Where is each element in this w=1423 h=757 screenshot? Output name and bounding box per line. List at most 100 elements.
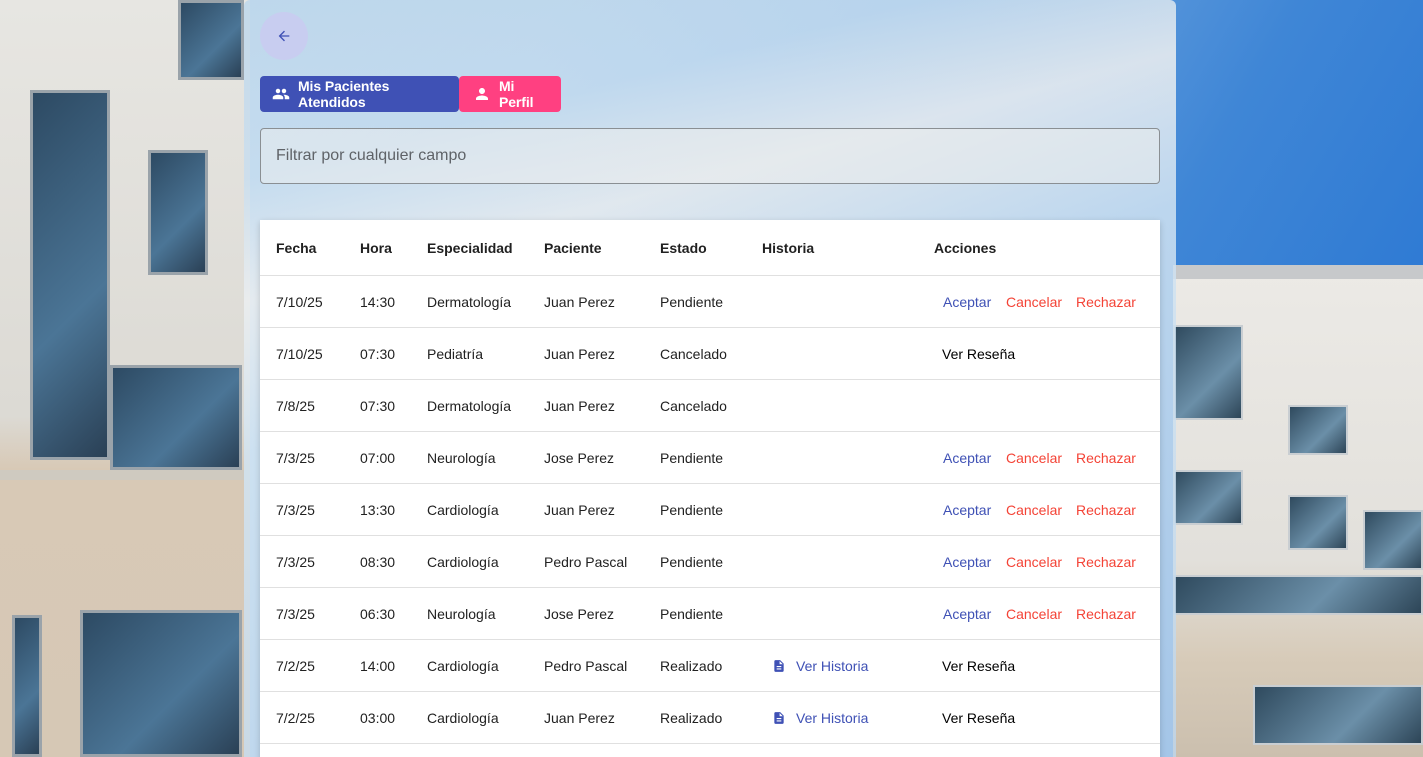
back-button[interactable] — [260, 12, 308, 60]
cell-paciente: Juan Perez — [544, 709, 615, 726]
cell-paciente: Pedro Pascal — [544, 657, 628, 674]
cell-estado: Pendiente — [660, 501, 724, 518]
cell-estado: Cancelado — [660, 397, 727, 414]
description-icon — [774, 659, 784, 672]
building-left — [0, 0, 250, 757]
main-panel: Mis Pacientes Atendidos Mi Perfil Fecha … — [244, 0, 1176, 757]
cell-especialidad: Dermatología — [427, 397, 512, 414]
cell-especialidad: Dermatología — [427, 293, 512, 310]
cancelar-button[interactable]: Cancelar — [1006, 432, 1062, 483]
filter-field — [260, 128, 1160, 184]
cell-hora: 06:30 — [360, 605, 396, 622]
window — [30, 90, 110, 460]
cell-especialidad: Cardiología — [427, 501, 499, 518]
cancelar-button[interactable]: Cancelar — [1006, 536, 1062, 587]
cell-fecha: 7/2/25 — [276, 657, 315, 674]
window-band — [1173, 575, 1423, 615]
window — [12, 615, 42, 757]
cell-paciente: Jose Perez — [544, 605, 615, 622]
person-icon — [476, 88, 488, 100]
cell-paciente: Juan Perez — [544, 397, 615, 414]
ver-resena-button[interactable]: Ver Reseña — [942, 640, 1015, 691]
table-row[interactable]: 7/8/25 07:30 Dermatología Juan Perez Cancela… — [260, 380, 1160, 432]
table-row[interactable]: 7/10/25 07:30 Pediatría Juan Perez Cancelado… — [260, 328, 1160, 380]
table-row[interactable]: 7/2/25 03:00 Cardiología Juan Perez Realizad… — [260, 692, 1160, 744]
ver-historia-label: Ver Historia — [796, 657, 869, 674]
cell-hora: 14:00 — [360, 657, 396, 674]
header-paciente[interactable]: Paciente — [544, 220, 602, 275]
rechazar-button[interactable]: Rechazar — [1076, 536, 1136, 587]
profile-button[interactable]: Mi Perfil — [459, 76, 561, 112]
cell-hora: 13:30 — [360, 501, 396, 518]
rechazar-button[interactable]: Rechazar — [1076, 276, 1136, 327]
window — [148, 150, 208, 275]
ledge — [0, 470, 250, 480]
ver-resena-button[interactable]: Ver Reseña — [942, 692, 1015, 743]
window — [1288, 495, 1348, 550]
cell-especialidad: Cardiología — [427, 709, 499, 726]
header-historia[interactable]: Historia — [762, 220, 814, 275]
cell-fecha: 7/2/25 — [276, 709, 315, 726]
cell-estado: Cancelado — [660, 345, 727, 362]
cell-hora: 08:30 — [360, 553, 396, 570]
aceptar-button[interactable]: Aceptar — [943, 536, 991, 587]
table-row[interactable]: 7/3/25 13:30 Cardiología Juan Perez Pendient… — [260, 484, 1160, 536]
cell-especialidad: Cardiología — [427, 553, 499, 570]
table-header-row: Fecha Hora Especialidad Paciente Estado … — [260, 220, 1160, 276]
patients-button[interactable]: Mis Pacientes Atendidos — [260, 76, 459, 112]
window — [1173, 470, 1243, 525]
rechazar-button[interactable]: Rechazar — [1076, 432, 1136, 483]
aceptar-button[interactable]: Aceptar — [943, 432, 991, 483]
cell-fecha: 7/3/25 — [276, 553, 315, 570]
cell-hora: 07:30 — [360, 345, 396, 362]
ver-resena-button[interactable]: Ver Reseña — [942, 328, 1015, 379]
cell-especialidad: Neurología — [427, 605, 496, 622]
description-icon — [774, 711, 784, 724]
cell-hora: 07:00 — [360, 449, 396, 466]
table-row[interactable]: 7/10/25 14:30 Dermatología Juan Perez Pendie… — [260, 276, 1160, 328]
table-row[interactable]: 7/3/25 06:30 Neurología Jose Perez Pendiente… — [260, 588, 1160, 640]
aceptar-button[interactable]: Aceptar — [943, 588, 991, 639]
header-estado[interactable]: Estado — [660, 220, 707, 275]
header-especialidad[interactable]: Especialidad — [427, 220, 513, 275]
cell-paciente: Jose Perez — [544, 449, 615, 466]
building-right — [1173, 265, 1423, 757]
cell-especialidad: Neurología — [427, 449, 496, 466]
people-icon — [272, 88, 290, 100]
appointments-table: Fecha Hora Especialidad Paciente Estado … — [260, 220, 1160, 757]
rechazar-button[interactable]: Rechazar — [1076, 588, 1136, 639]
window — [1173, 325, 1243, 420]
table-row[interactable]: 7/3/25 07:00 Neurología Jose Perez Pendiente… — [260, 432, 1160, 484]
aceptar-button[interactable]: Aceptar — [943, 484, 991, 535]
ver-historia-link[interactable]: Ver Historia — [772, 640, 868, 691]
roof — [1173, 265, 1423, 279]
table-row[interactable]: 7/3/25 08:30 Cardiología Pedro Pascal Pendie… — [260, 536, 1160, 588]
header-hora[interactable]: Hora — [360, 220, 392, 275]
header-acciones[interactable]: Acciones — [934, 220, 996, 275]
cell-estado: Pendiente — [660, 605, 724, 622]
cell-especialidad: Cardiología — [427, 657, 499, 674]
nav-buttons: Mis Pacientes Atendidos Mi Perfil — [260, 76, 561, 112]
ver-historia-link[interactable]: Ver Historia — [772, 692, 868, 743]
cell-paciente: Juan Perez — [544, 501, 615, 518]
arrow-back-icon — [278, 30, 290, 42]
aceptar-button[interactable]: Aceptar — [943, 276, 991, 327]
cell-fecha: 7/3/25 — [276, 501, 315, 518]
profile-button-label: Mi Perfil — [499, 78, 534, 110]
cancelar-button[interactable]: Cancelar — [1006, 484, 1062, 535]
patients-button-label: Mis Pacientes Atendidos — [298, 78, 390, 110]
cell-estado: Pendiente — [660, 553, 724, 570]
cell-paciente: Juan Perez — [544, 345, 615, 362]
header-fecha[interactable]: Fecha — [276, 220, 316, 275]
cell-paciente: Juan Perez — [544, 293, 615, 310]
cancelar-button[interactable]: Cancelar — [1006, 276, 1062, 327]
rechazar-button[interactable]: Rechazar — [1076, 484, 1136, 535]
cancelar-button[interactable]: Cancelar — [1006, 588, 1062, 639]
filter-input[interactable] — [261, 129, 1159, 183]
window — [1288, 405, 1348, 455]
window — [80, 610, 242, 757]
table-row[interactable]: 7/2/25 14:00 Cardiología Pedro Pascal Realiz… — [260, 640, 1160, 692]
ver-historia-label: Ver Historia — [796, 709, 869, 726]
window-band — [1253, 685, 1423, 745]
cell-fecha: 7/10/25 — [276, 293, 323, 310]
